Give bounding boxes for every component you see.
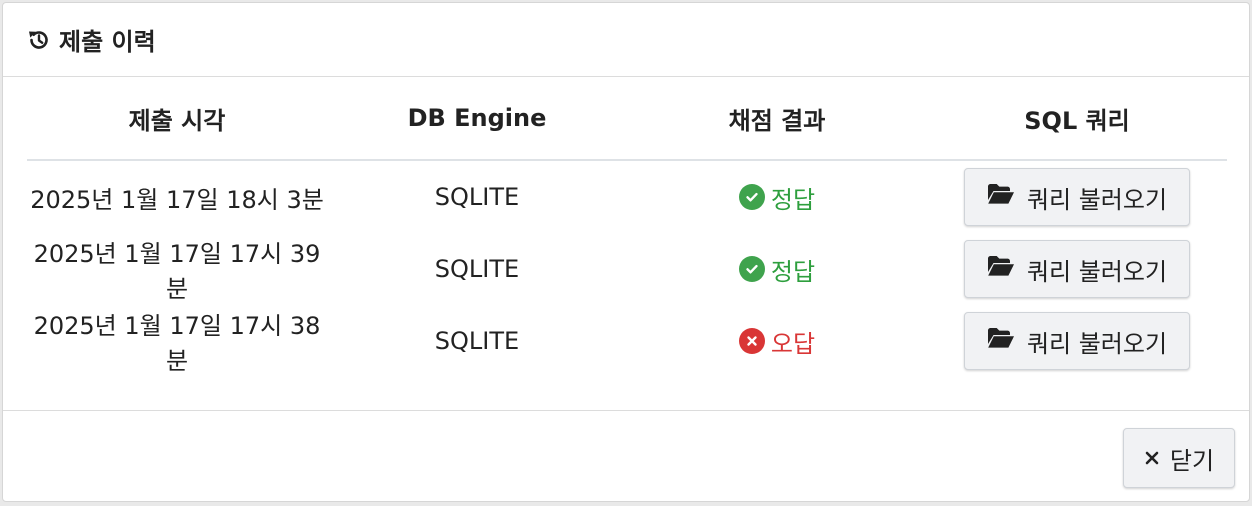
modal-title-text: 제출 이력: [59, 28, 156, 56]
submission-history-modal: 제출 이력 제출 시각 DB Engine 채점 결과 SQL 쿼리 2025년…: [2, 2, 1250, 502]
db-engine-cell: SQLITE: [434, 255, 520, 283]
result-text: 오답: [770, 329, 816, 358]
load-query-button[interactable]: 쿼리 불러오기: [964, 240, 1190, 298]
close-button[interactable]: 닫기: [1123, 428, 1235, 488]
result-cell: 오답: [627, 305, 927, 377]
table-row: 2025년 1월 17일 18시 3분 SQLITE 정답 쿼리 불러오기: [27, 160, 1227, 233]
result-badge-correct: 정답: [738, 180, 816, 215]
header-sql-query: SQL 쿼리: [927, 77, 1227, 161]
load-query-label: 쿼리 불러오기: [1026, 257, 1168, 286]
load-query-button[interactable]: 쿼리 불러오기: [964, 312, 1190, 370]
header-result: 채점 결과: [627, 77, 927, 161]
db-engine-cell: SQLITE: [434, 183, 520, 211]
table-row: 2025년 1월 17일 17시 39분 SQLITE 정답 쿼리 불러오기: [27, 233, 1227, 305]
load-query-label: 쿼리 불러오기: [1026, 185, 1168, 214]
load-query-label: 쿼리 불러오기: [1026, 329, 1168, 358]
result-text: 정답: [770, 185, 816, 214]
submit-time-cell: 2025년 1월 17일 18시 3분: [30, 185, 324, 214]
history-icon: [27, 28, 51, 52]
close-button-label: 닫기: [1169, 446, 1215, 475]
submit-time-cell: 2025년 1월 17일 17시 38분: [33, 312, 321, 375]
result-badge-correct: 정답: [738, 252, 816, 287]
modal-body: 제출 시각 DB Engine 채점 결과 SQL 쿼리 2025년 1월 17…: [3, 77, 1249, 411]
result-badge-wrong: 오답: [738, 324, 816, 359]
folder-open-icon: [987, 327, 1015, 355]
load-query-button[interactable]: 쿼리 불러오기: [964, 168, 1190, 226]
sql-query-cell: 쿼리 불러오기: [927, 160, 1227, 233]
submit-time-cell: 2025년 1월 17일 17시 39분: [33, 240, 321, 303]
header-submit-time: 제출 시각: [27, 77, 327, 161]
sql-query-cell: 쿼리 불러오기: [927, 233, 1227, 305]
modal-title: 제출 이력: [27, 22, 156, 57]
submission-table: 제출 시각 DB Engine 채점 결과 SQL 쿼리 2025년 1월 17…: [27, 77, 1227, 377]
check-circle-icon: [738, 184, 765, 210]
result-text: 정답: [770, 257, 816, 286]
close-icon: [1144, 444, 1160, 472]
result-cell: 정답: [627, 233, 927, 305]
table-header-row: 제출 시각 DB Engine 채점 결과 SQL 쿼리: [27, 77, 1227, 161]
sql-query-cell: 쿼리 불러오기: [927, 305, 1227, 377]
modal-header: 제출 이력: [3, 3, 1249, 77]
folder-open-icon: [987, 255, 1015, 283]
check-circle-icon: [738, 256, 765, 282]
result-cell: 정답: [627, 160, 927, 233]
modal-footer: 닫기: [3, 411, 1249, 501]
table-row: 2025년 1월 17일 17시 38분 SQLITE 오답 쿼리 불러오기: [27, 305, 1227, 377]
header-db-engine: DB Engine: [327, 77, 627, 161]
db-engine-cell: SQLITE: [434, 327, 520, 355]
folder-open-icon: [987, 183, 1015, 211]
x-circle-icon: [738, 328, 765, 354]
